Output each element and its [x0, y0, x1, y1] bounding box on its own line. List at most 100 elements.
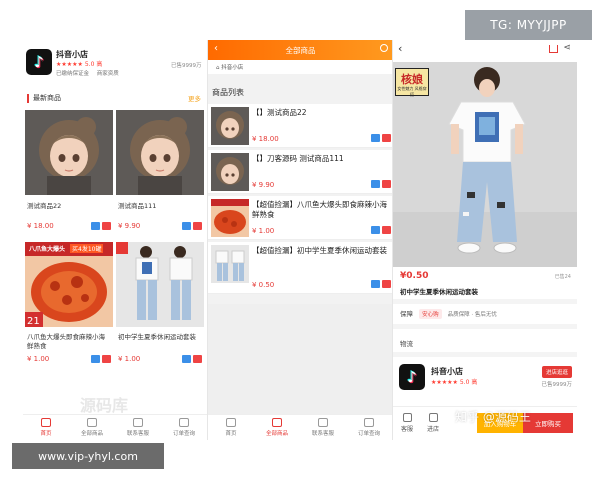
store-label: 进店: [426, 426, 439, 433]
add-cart-button[interactable]: [382, 280, 391, 288]
cart-icon[interactable]: [549, 45, 558, 53]
tab-all-products[interactable]: 全部商品: [254, 415, 300, 440]
rating-stars-icon: ★★★★★: [431, 379, 458, 386]
share-button[interactable]: [182, 222, 191, 230]
service-button[interactable]: 客服: [397, 413, 417, 433]
bottom-tab-bar: 首页 全部商品 联系客服 订单查询: [23, 414, 207, 440]
tab-customer-service[interactable]: 联系客服: [115, 415, 161, 440]
tab-customer-service[interactable]: 联系客服: [300, 415, 346, 440]
product-name: 【】刀客源码 测试商品111: [252, 154, 344, 163]
watermark-text: 源码库: [80, 396, 129, 415]
url-badge: www.vip-yhyl.com: [12, 443, 164, 469]
tiktok-logo-icon: ♪: [26, 49, 52, 75]
page-title: 全部商品: [285, 46, 316, 55]
shop-header: ♪ 抖音小店 ★★★★★ 5.0 高 已售9999万 已缴纳保证金 商家资质: [23, 40, 207, 84]
add-cart-button[interactable]: [193, 355, 202, 363]
section-accent-bar: [27, 94, 29, 103]
product-name: 【】测试商品22: [252, 108, 307, 117]
more-link[interactable]: 更多: [188, 93, 201, 103]
card-actions: [91, 222, 111, 230]
product-card[interactable]: 测试商品22 ¥ 18.00: [25, 110, 113, 238]
tab-home[interactable]: 首页: [208, 415, 254, 440]
tab-orders[interactable]: 订单查询: [346, 415, 392, 440]
home-icon: [41, 418, 51, 427]
share-button[interactable]: [371, 226, 380, 234]
store-button[interactable]: 进店: [423, 413, 443, 433]
order-icon: [179, 418, 189, 427]
product-price: ¥ 1.00: [252, 227, 275, 235]
list-item[interactable]: 【超值捡漏】八爪鱼大爆头即食麻辣小海鲜熟食 ¥ 1.00: [208, 196, 392, 240]
share-button[interactable]: [91, 222, 100, 230]
tab-home[interactable]: 首页: [23, 415, 69, 440]
add-cart-button[interactable]: [102, 355, 111, 363]
card-actions: [371, 226, 391, 234]
grid-icon: [272, 418, 282, 427]
store-icon: [428, 413, 438, 422]
tab-label: 首页: [40, 431, 52, 437]
product-card[interactable]: 初中学生夏季休闲运动套装 ¥ 1.00: [116, 242, 204, 370]
divider: [393, 352, 577, 357]
tab-label: 订单查询: [172, 431, 195, 437]
shop-line-text: 抖音小店: [221, 65, 244, 71]
promo-line1: 八爪鱼大爆头: [29, 246, 66, 253]
brand-name: 核娘: [401, 73, 423, 86]
shop-name: 抖音小店: [431, 367, 463, 376]
screenshot-root: ♪ 抖音小店 ★★★★★ 5.0 高 已售9999万 已缴纳保证金 商家资质 最新…: [0, 0, 600, 480]
share-button[interactable]: [371, 180, 380, 188]
shop-line[interactable]: ⌂ 抖音小店: [208, 60, 392, 74]
product-price: ¥ 0.50: [252, 281, 275, 289]
section-title: 最新商品: [33, 94, 61, 102]
divider: [393, 299, 577, 304]
shop-info: ♪ 抖音小店 ★★★★★ 5.0 高 进店逛逛 已售9999万: [393, 358, 577, 398]
user-icon: [133, 418, 143, 427]
product-price: ¥ 1.00: [118, 355, 141, 363]
share-button[interactable]: [371, 280, 380, 288]
list-item[interactable]: 【】测试商品22 ¥ 18.00: [208, 104, 392, 148]
chat-icon: [402, 413, 412, 422]
shop-home-panel: ♪ 抖音小店 ★★★★★ 5.0 高 已售9999万 已缴纳保证金 商家资质 最新…: [23, 40, 207, 440]
add-cart-button[interactable]: [382, 226, 391, 234]
share-button[interactable]: [182, 355, 191, 363]
tab-all-products[interactable]: 全部商品: [69, 415, 115, 440]
tab-label: 联系客服: [126, 431, 149, 437]
user-icon: [318, 418, 328, 427]
share-button[interactable]: [371, 134, 380, 142]
zhihu-watermark: 知乎 @源码王: [455, 410, 531, 424]
rating-stars-icon: ★★★★★: [56, 61, 83, 68]
tab-orders[interactable]: 订单查询: [161, 415, 207, 440]
detail-header: ‹ ⋖: [393, 40, 577, 60]
guarantee-label: 保障: [400, 310, 413, 318]
product-image: 21 八爪鱼大爆头 买4发10罐: [25, 242, 113, 327]
product-card[interactable]: 测试商品111 ¥ 9.90: [116, 110, 204, 238]
list-item[interactable]: 【超值捡漏】初中学生夏季休闲运动套装 ¥ 0.50: [208, 242, 392, 294]
deposit-tag: 已缴纳保证金: [56, 71, 90, 77]
grid-icon: [87, 418, 97, 427]
share-button[interactable]: [91, 355, 100, 363]
product-name: 测试商品111: [118, 202, 157, 210]
product-name: 初中学生夏季休闲运动套装: [118, 333, 196, 341]
product-photo: 核娘 女性魅力 风格穿搭: [393, 62, 577, 267]
telegram-badge: TG: MYYJJPP: [465, 10, 592, 40]
product-price: ¥ 18.00: [252, 135, 279, 143]
home-icon: [226, 418, 236, 427]
search-icon[interactable]: [380, 44, 388, 52]
product-title: 初中学生夏季休闲运动套装: [400, 288, 478, 296]
product-card[interactable]: 21 八爪鱼大爆头 买4发10罐 八爪鱼大爆头即食麻辣小海鲜熟食 ¥ 1.00: [25, 242, 113, 370]
list-item[interactable]: 【】刀客源码 测试商品111 ¥ 9.90: [208, 150, 392, 194]
share-icon[interactable]: ⋖: [563, 43, 571, 53]
divider: [393, 324, 577, 329]
guarantee-row[interactable]: 保障 安心购 品质保障 · 售后无忧: [400, 308, 497, 319]
logistics-row[interactable]: 物流: [400, 338, 413, 348]
enter-shop-button[interactable]: 进店逛逛: [541, 366, 572, 378]
shop-sold-count: 已售9999万: [541, 382, 573, 388]
card-actions: [371, 180, 391, 188]
order-icon: [364, 418, 374, 427]
product-name: 测试商品22: [27, 202, 62, 210]
qualification-tag[interactable]: 商家资质: [97, 71, 119, 77]
back-icon[interactable]: ‹: [398, 42, 402, 55]
add-cart-button[interactable]: [382, 180, 391, 188]
add-cart-button[interactable]: [102, 222, 111, 230]
add-cart-button[interactable]: [193, 222, 202, 230]
product-name: 【超值捡漏】八爪鱼大爆头即食麻辣小海鲜熟食: [252, 200, 387, 219]
add-cart-button[interactable]: [382, 134, 391, 142]
